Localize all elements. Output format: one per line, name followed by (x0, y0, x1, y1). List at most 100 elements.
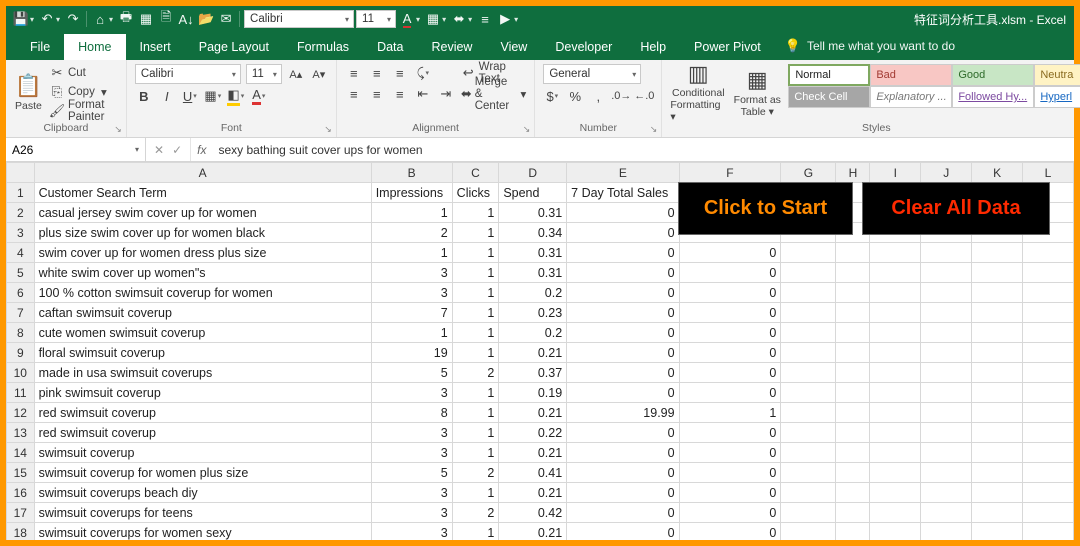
cell[interactable]: casual jersey swim cover up for women (34, 203, 371, 223)
cell[interactable]: 7 (371, 303, 452, 323)
cell[interactable]: 0.2 (499, 283, 567, 303)
cell[interactable] (972, 443, 1023, 463)
style-hyperlink[interactable]: Hyperl (1034, 86, 1080, 108)
cell[interactable] (836, 403, 870, 423)
cell[interactable] (972, 303, 1023, 323)
cell[interactable]: 0.2 (499, 323, 567, 343)
cell[interactable] (870, 503, 921, 523)
cell[interactable] (921, 263, 972, 283)
format-painter-button[interactable]: 🖌Format Painter (49, 102, 118, 120)
cell[interactable] (836, 323, 870, 343)
cell[interactable]: 0 (567, 223, 679, 243)
tab-insert[interactable]: Insert (126, 34, 185, 60)
row-header[interactable]: 2 (7, 203, 35, 223)
tab-help[interactable]: Help (626, 34, 680, 60)
cell[interactable] (870, 463, 921, 483)
cell[interactable] (972, 383, 1023, 403)
cell[interactable]: 5 (371, 363, 452, 383)
dropdown-icon[interactable]: ▾ (109, 15, 113, 24)
select-all-corner[interactable] (7, 163, 35, 183)
cell[interactable] (870, 443, 921, 463)
style-check-cell[interactable]: Check Cell (788, 86, 870, 108)
cell[interactable]: Spend (499, 183, 567, 203)
row-header[interactable]: 16 (7, 483, 35, 503)
cell[interactable]: 19.99 (567, 403, 679, 423)
cell[interactable] (836, 343, 870, 363)
cell[interactable]: 0.42 (499, 503, 567, 523)
cell[interactable] (921, 443, 972, 463)
cell[interactable]: 0 (567, 243, 679, 263)
conditional-formatting-button[interactable]: ▥ Conditional Formatting ▾ (670, 64, 726, 120)
dropdown-icon[interactable]: ▾ (442, 15, 446, 24)
cell[interactable] (836, 463, 870, 483)
cell[interactable] (921, 503, 972, 523)
cell[interactable]: 0.21 (499, 483, 567, 503)
cell[interactable]: 0.37 (499, 363, 567, 383)
cell[interactable]: 0.34 (499, 223, 567, 243)
cell[interactable] (836, 443, 870, 463)
cell[interactable] (1023, 463, 1074, 483)
tab-formulas[interactable]: Formulas (283, 34, 363, 60)
cell[interactable] (870, 523, 921, 541)
cell[interactable] (781, 323, 836, 343)
cell[interactable]: 5 (371, 463, 452, 483)
orientation-icon[interactable]: ⤹▾ (414, 64, 432, 82)
cell[interactable]: 1 (371, 243, 452, 263)
cell[interactable]: 2 (371, 223, 452, 243)
cell[interactable]: 1 (452, 323, 499, 343)
cell[interactable]: 0 (679, 323, 781, 343)
cell[interactable] (781, 443, 836, 463)
cell[interactable]: 0.31 (499, 243, 567, 263)
cell[interactable]: 1 (371, 323, 452, 343)
cell[interactable]: swimsuit coverup for women plus size (34, 463, 371, 483)
cell[interactable] (972, 463, 1023, 483)
tab-power-pivot[interactable]: Power Pivot (680, 34, 775, 60)
cell[interactable]: 0 (679, 443, 781, 463)
cell[interactable] (781, 483, 836, 503)
cell[interactable] (781, 463, 836, 483)
tab-home[interactable]: Home (64, 34, 125, 60)
cell[interactable]: 3 (371, 423, 452, 443)
percent-icon[interactable]: % (566, 87, 584, 105)
tab-view[interactable]: View (486, 34, 541, 60)
fill-color-icon[interactable]: ◧▾ (227, 87, 245, 105)
align-center-icon[interactable]: ≡ (368, 85, 386, 103)
row-header[interactable]: 12 (7, 403, 35, 423)
cell[interactable] (921, 283, 972, 303)
align-left-icon[interactable]: ≡ (345, 85, 363, 103)
cell[interactable] (972, 423, 1023, 443)
row-header[interactable]: 1 (7, 183, 35, 203)
cell[interactable]: 0 (567, 383, 679, 403)
cell[interactable]: 1 (452, 243, 499, 263)
new-icon[interactable]: ▦ (137, 10, 155, 28)
style-neutral[interactable]: Neutra (1034, 64, 1080, 86)
cell[interactable]: 0.21 (499, 343, 567, 363)
col-header-E[interactable]: E (567, 163, 679, 183)
clear-all-data-button[interactable]: Clear All Data (862, 182, 1050, 235)
cell[interactable]: 0.41 (499, 463, 567, 483)
row-header[interactable]: 17 (7, 503, 35, 523)
col-header-I[interactable]: I (870, 163, 921, 183)
cut-button[interactable]: ✂Cut (49, 64, 118, 82)
cell[interactable] (836, 363, 870, 383)
col-header-H[interactable]: H (836, 163, 870, 183)
cell[interactable]: 0 (679, 423, 781, 443)
cell[interactable] (972, 263, 1023, 283)
cell[interactable]: red swimsuit coverup (34, 403, 371, 423)
cell[interactable]: 0.31 (499, 263, 567, 283)
align-top-icon[interactable]: ≡ (345, 64, 363, 82)
cell[interactable]: 1 (452, 303, 499, 323)
cell[interactable] (921, 483, 972, 503)
merge-icon[interactable]: ⬌ (450, 10, 468, 28)
cell[interactable]: 0 (679, 343, 781, 363)
cell[interactable]: 0 (567, 483, 679, 503)
cell[interactable]: 0 (567, 203, 679, 223)
col-header-C[interactable]: C (452, 163, 499, 183)
cell[interactable]: 1 (452, 383, 499, 403)
col-header-J[interactable]: J (921, 163, 972, 183)
cell[interactable] (1023, 423, 1074, 443)
customize-qat-icon[interactable]: ▾ (514, 15, 518, 24)
italic-icon[interactable]: I (158, 87, 176, 105)
cell[interactable] (870, 263, 921, 283)
cell[interactable] (781, 403, 836, 423)
